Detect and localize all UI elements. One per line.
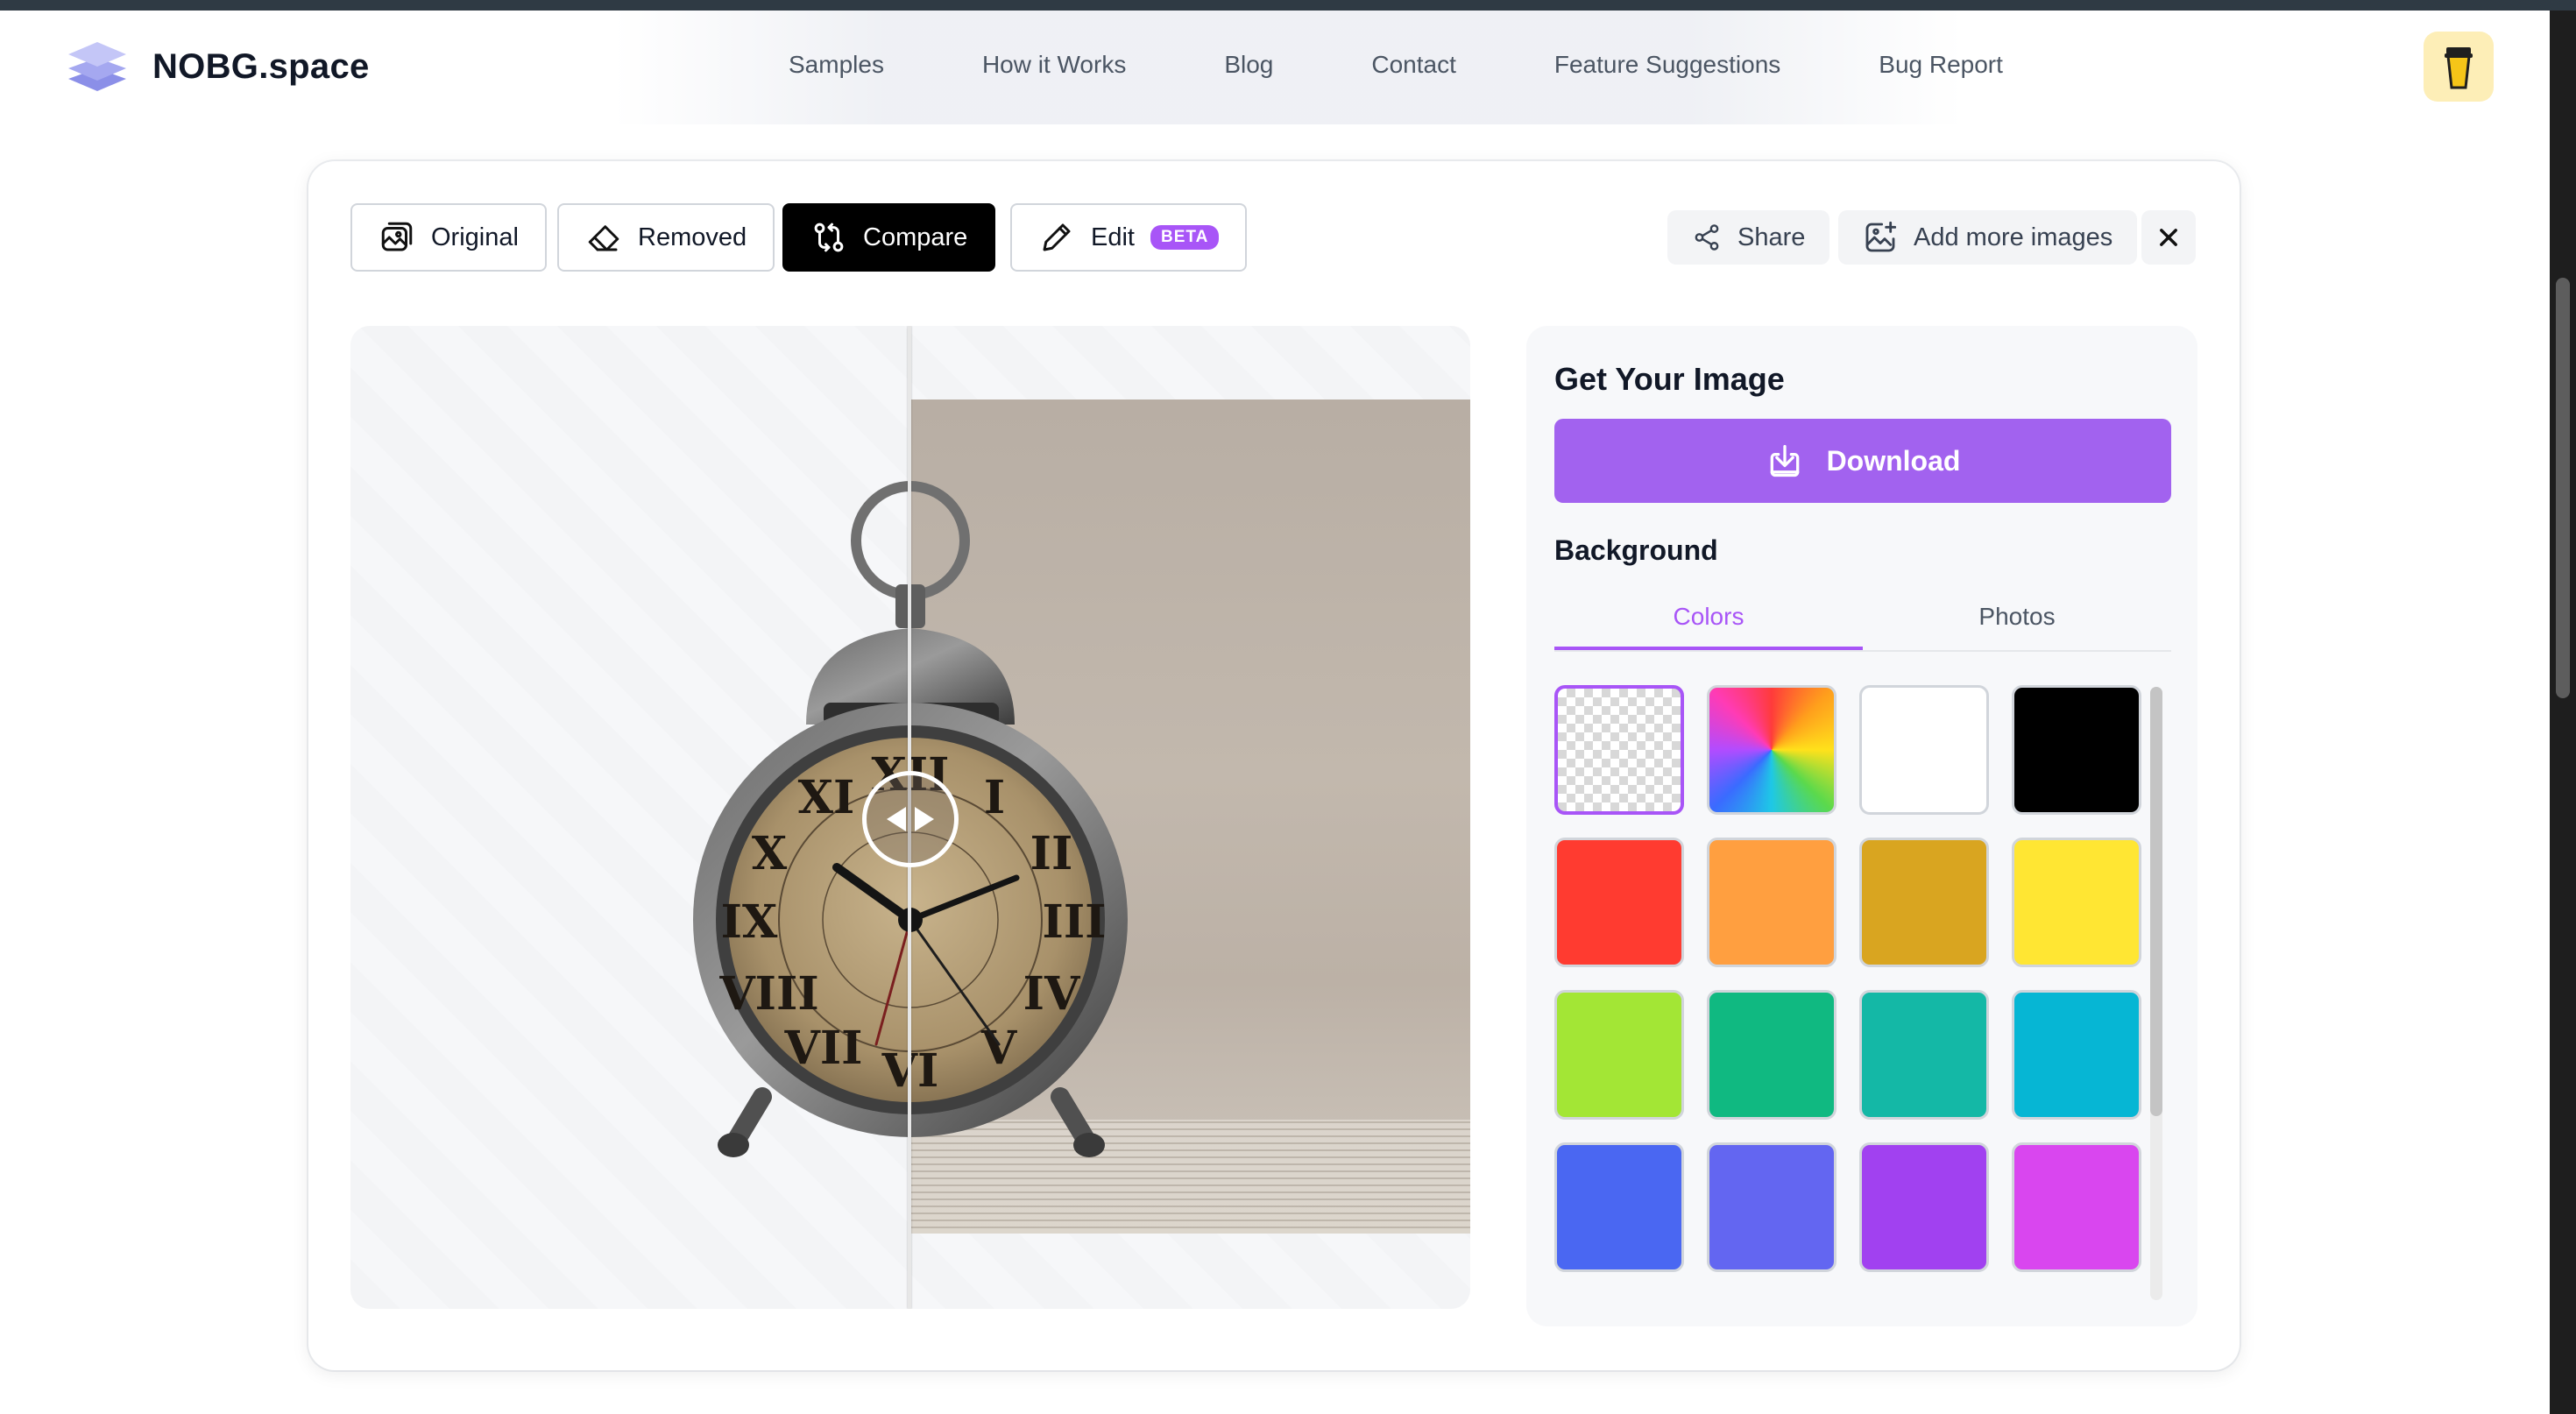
nav-contact[interactable]: Contact bbox=[1371, 51, 1456, 79]
tab-original[interactable]: Original bbox=[350, 203, 547, 272]
tab-removed-label: Removed bbox=[638, 223, 747, 251]
svg-text:X: X bbox=[752, 827, 788, 880]
compare-icon bbox=[814, 223, 844, 252]
nav-feature-suggestions[interactable]: Feature Suggestions bbox=[1554, 51, 1780, 79]
compare-preview[interactable]: XII I II III IV V VI VII VIII IX X XI bbox=[350, 326, 1470, 1309]
export-panel: Get Your Image Download Background Color… bbox=[1526, 326, 2197, 1326]
tab-edit[interactable]: Edit BETA bbox=[1010, 203, 1248, 272]
brand-logo[interactable]: NOBG.space bbox=[67, 39, 370, 95]
swatch-4a67f2[interactable] bbox=[1554, 1142, 1684, 1272]
swatch-d946ef[interactable] bbox=[2012, 1142, 2141, 1272]
tab-compare[interactable]: Compare bbox=[782, 203, 996, 272]
arrow-right-icon bbox=[915, 807, 934, 831]
brand-name: NOBG.space bbox=[152, 46, 370, 86]
swatch-ff9f40[interactable] bbox=[1707, 838, 1836, 967]
svg-text:II: II bbox=[1030, 827, 1073, 880]
add-more-images-button[interactable]: Add more images bbox=[1838, 210, 2138, 265]
add-image-icon bbox=[1865, 221, 1897, 252]
tab-photos[interactable]: Photos bbox=[1863, 589, 2171, 650]
svg-text:IV: IV bbox=[1023, 967, 1081, 1021]
swatch-6366f1[interactable] bbox=[1707, 1142, 1836, 1272]
swatch-14b8a6[interactable] bbox=[1859, 990, 1989, 1120]
arrow-left-icon bbox=[887, 807, 906, 831]
main-nav: Samples How it Works Blog Contact Featur… bbox=[789, 51, 2003, 79]
cup-icon bbox=[2445, 47, 2473, 89]
page-scrollbar-thumb[interactable] bbox=[2556, 278, 2570, 698]
swatch-ffe633[interactable] bbox=[2012, 838, 2141, 967]
panel-title: Get Your Image bbox=[1554, 361, 1785, 397]
compare-slider-handle[interactable] bbox=[862, 771, 959, 867]
nav-how-it-works[interactable]: How it Works bbox=[982, 51, 1126, 79]
pencil-icon bbox=[1043, 223, 1071, 251]
nav-bug-report[interactable]: Bug Report bbox=[1879, 51, 2003, 79]
swatch-custom-color[interactable] bbox=[1707, 685, 1836, 815]
share-label: Share bbox=[1737, 223, 1806, 251]
swatch-a3e635[interactable] bbox=[1554, 990, 1684, 1120]
image-icon bbox=[381, 222, 413, 251]
tab-removed[interactable]: Removed bbox=[557, 203, 775, 272]
swatch-10b981[interactable] bbox=[1707, 990, 1836, 1120]
tab-original-label: Original bbox=[431, 223, 519, 251]
share-icon bbox=[1695, 224, 1719, 251]
svg-text:VII: VII bbox=[784, 1022, 863, 1075]
swatch-scroll-thumb[interactable] bbox=[2150, 687, 2162, 1116]
color-swatch-grid bbox=[1554, 685, 2150, 1272]
swatch-06b6d4[interactable] bbox=[2012, 990, 2141, 1120]
swatch-a141f0[interactable] bbox=[1859, 1142, 1989, 1272]
swatch-ff3b30[interactable] bbox=[1554, 838, 1684, 967]
download-label: Download bbox=[1826, 444, 1961, 477]
layers-icon bbox=[68, 42, 126, 91]
close-icon bbox=[2160, 229, 2177, 246]
background-tabs: Colors Photos bbox=[1554, 589, 2171, 652]
svg-text:XI: XI bbox=[798, 771, 855, 824]
swatch-d9a520[interactable] bbox=[1859, 838, 1989, 967]
swatch-transparent[interactable] bbox=[1554, 685, 1684, 815]
tab-compare-label: Compare bbox=[863, 223, 968, 251]
close-button[interactable] bbox=[2141, 210, 2196, 265]
svg-text:III: III bbox=[1043, 895, 1107, 949]
svg-text:I: I bbox=[984, 771, 1005, 824]
nav-samples[interactable]: Samples bbox=[789, 51, 884, 79]
download-button[interactable]: Download bbox=[1554, 419, 2171, 503]
svg-text:IX: IX bbox=[721, 895, 778, 949]
buy-me-a-coffee-button[interactable] bbox=[2424, 32, 2494, 102]
share-button[interactable]: Share bbox=[1667, 210, 1830, 265]
download-icon bbox=[1770, 444, 1799, 477]
tab-edit-label: Edit bbox=[1091, 223, 1135, 251]
swatch-000000[interactable] bbox=[2012, 685, 2141, 815]
swatch-ffffff[interactable] bbox=[1859, 685, 1989, 815]
svg-text:V: V bbox=[980, 1022, 1018, 1075]
nav-blog[interactable]: Blog bbox=[1224, 51, 1273, 79]
beta-badge: BETA bbox=[1150, 225, 1220, 250]
tab-colors[interactable]: Colors bbox=[1554, 589, 1863, 650]
background-section-title: Background bbox=[1554, 534, 1718, 566]
add-more-images-label: Add more images bbox=[1914, 223, 2113, 251]
eraser-icon bbox=[588, 225, 619, 251]
page-scrollbar[interactable] bbox=[2550, 11, 2576, 1414]
svg-text:VIII: VIII bbox=[718, 967, 818, 1021]
browser-top-strip bbox=[0, 0, 2576, 11]
